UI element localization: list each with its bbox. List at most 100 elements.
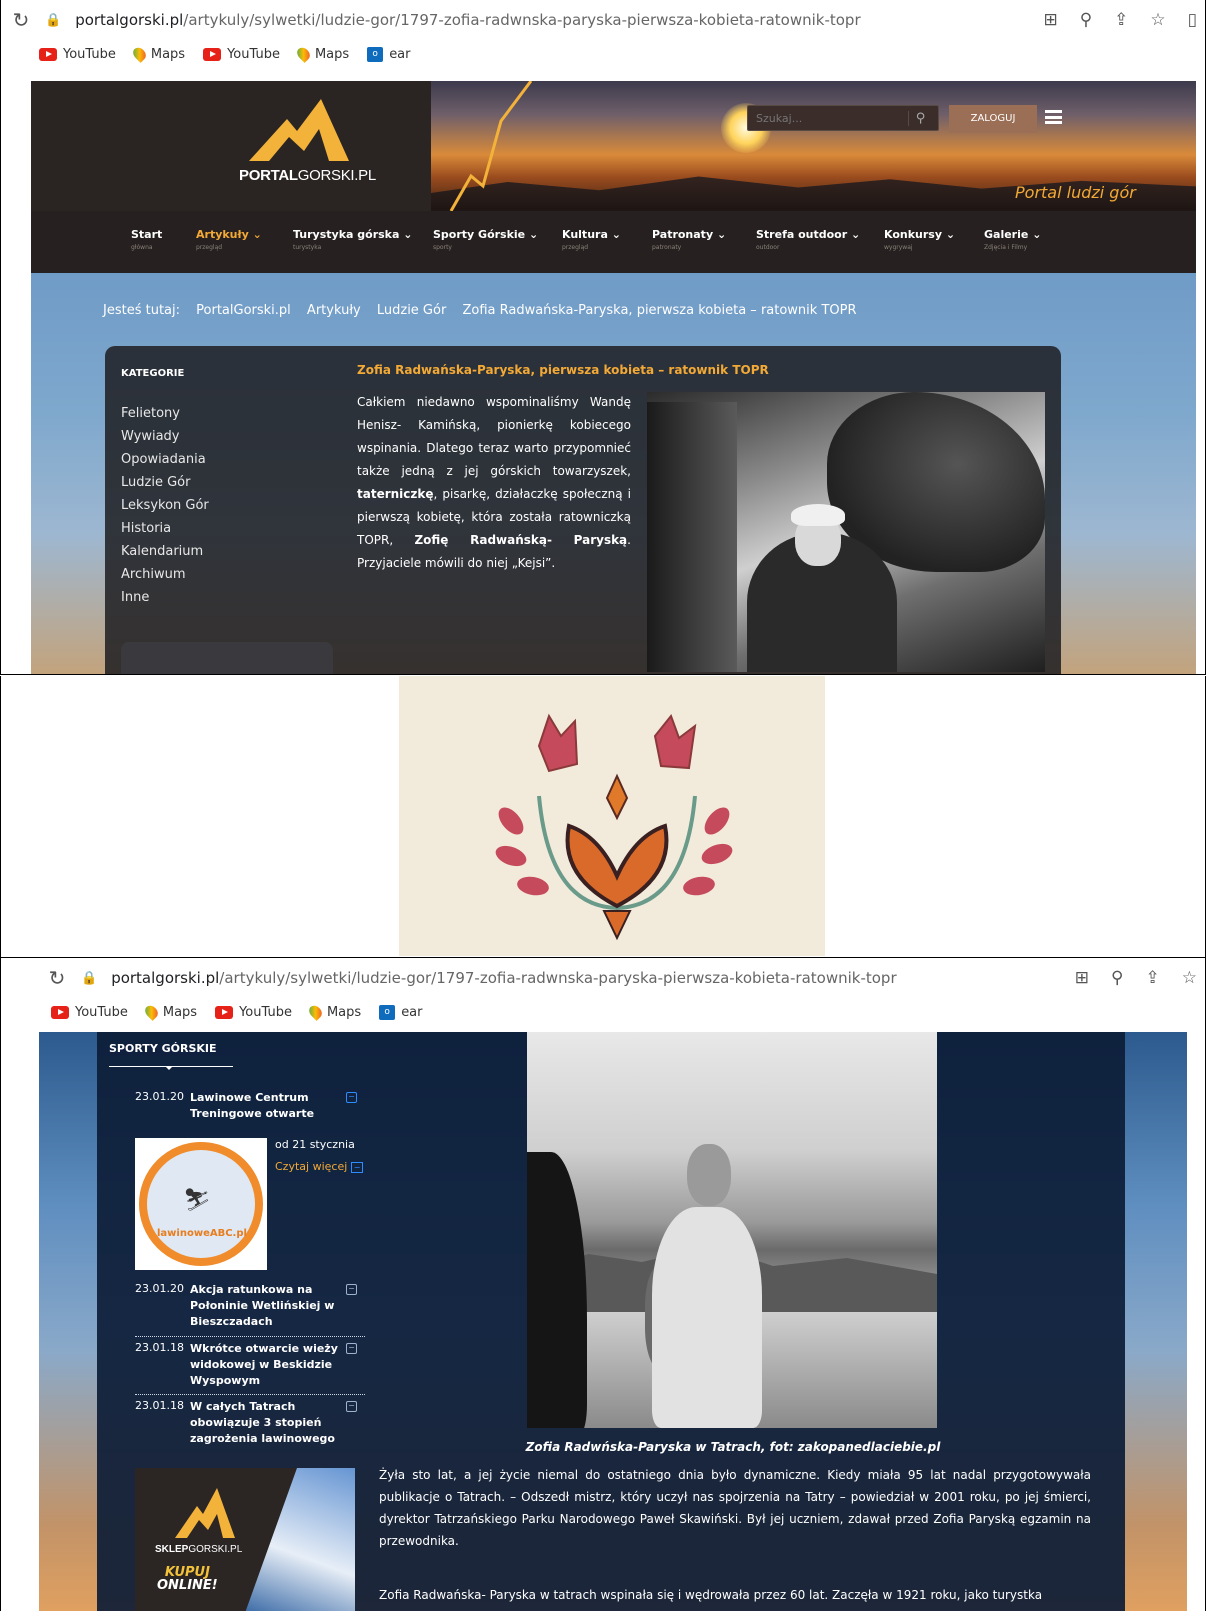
- menu-item-kultura[interactable]: Kultura ⌄ przegląd: [562, 228, 621, 251]
- youtube-icon: [215, 1005, 234, 1019]
- mountain-line-graphic: [449, 81, 533, 212]
- youtube-icon: [203, 47, 222, 61]
- lock-icon[interactable]: 🔒: [81, 971, 97, 986]
- menu-item-patronaty[interactable]: Patronaty ⌄ patronaty: [652, 228, 726, 251]
- menu-sublabel: outdoor: [756, 244, 780, 251]
- news-date: 23.01.20: [135, 1090, 184, 1103]
- mountain-logo-icon: [175, 1488, 235, 1538]
- news-title[interactable]: Akcja ratunkowa na Połoninie Wetlińskiej…: [190, 1282, 340, 1330]
- breadcrumb-lead: Jesteś tutaj:: [103, 303, 180, 318]
- bookmark-youtube-2[interactable]: YouTube: [215, 1005, 292, 1020]
- bookmark-ear[interactable]: o ear: [379, 1004, 423, 1020]
- menu-item-start[interactable]: Start główna: [131, 228, 162, 251]
- expand-icon[interactable]: −: [346, 1284, 357, 1295]
- zoom-icon[interactable]: ⚲: [1111, 968, 1123, 988]
- news-title[interactable]: Wkrótce otwarcie wieży widokowej w Beski…: [190, 1341, 340, 1389]
- article-intro: Całkiem niedawno wspominaliśmy Wandę Hen…: [357, 395, 631, 570]
- news-title[interactable]: W całych Tatrach obowiązuje 3 stopień za…: [190, 1399, 340, 1447]
- menu-label: Sporty Górskie ⌄: [433, 228, 539, 241]
- read-more-link[interactable]: Czytaj więcej −: [275, 1160, 364, 1173]
- category-link[interactable]: Leksykon Gór: [121, 498, 209, 521]
- translate-icon[interactable]: ⊞: [1043, 10, 1057, 30]
- menu-item-konkursy[interactable]: Konkursy ⌄ wygrywaj: [884, 228, 955, 251]
- bookmark-youtube-2[interactable]: YouTube: [203, 47, 280, 62]
- address-bar: ↻ 🔒 portalgorski.pl/artykuly/sylwetki/lu…: [1, 958, 1205, 998]
- bookmark-maps-2[interactable]: Maps: [294, 45, 349, 63]
- shop-banner[interactable]: SKLEPGORSKI.PL KUPUJ ONLINE!: [135, 1468, 355, 1611]
- address-bar: ↻ 🔒 portalgorski.pl/artykuly/sylwetki/lu…: [1, 0, 1205, 40]
- maps-icon: [306, 1003, 325, 1021]
- maps-icon: [130, 45, 149, 63]
- breadcrumb: Jesteś tutaj: PortalGorski.pl Artykuły L…: [103, 303, 869, 318]
- website: SPORTY GÓRSKIE 23.01.20 Lawinowe Centrum…: [39, 1032, 1187, 1611]
- website: PORTALGORSKI.PL ⚲ ZALOGUJ Portal ludzi g…: [31, 81, 1196, 674]
- menu-icon[interactable]: [1045, 110, 1062, 124]
- category-link[interactable]: Opowiadania: [121, 452, 209, 475]
- article-paragraph: Żyła sto lat, a jej życie niemal do osta…: [379, 1468, 1091, 1548]
- news-item[interactable]: 23.01.20 Lawinowe Centrum Treningowe otw…: [135, 1090, 365, 1130]
- bookmark-maps[interactable]: Maps: [130, 45, 185, 63]
- site-header: PORTALGORSKI.PL ⚲ ZALOGUJ Portal ludzi g…: [31, 81, 1196, 215]
- category-link[interactable]: Felietony: [121, 406, 209, 429]
- star-icon[interactable]: ☆: [1182, 968, 1197, 988]
- bookmark-maps[interactable]: Maps: [142, 1003, 197, 1021]
- screenshot-bottom: ↻ 🔒 portalgorski.pl/artykuly/sylwetki/lu…: [0, 957, 1206, 1611]
- thumb-label: lawinoweABC.pl: [157, 1228, 247, 1239]
- menu-item-sporty[interactable]: Sporty Górskie ⌄ sporty: [433, 228, 538, 251]
- sporty-column: 23.01.20 Lawinowe Centrum Treningowe otw…: [135, 1032, 375, 1611]
- news-item[interactable]: 23.01.18 W całych Tatrach obowiązuje 3 s…: [135, 1394, 365, 1450]
- share-icon[interactable]: ⇪: [1114, 10, 1128, 30]
- menu-item-artykuly[interactable]: Artykuły ⌄ przegląd: [196, 228, 262, 251]
- category-link[interactable]: Inne: [121, 590, 209, 613]
- bookmark-youtube[interactable]: YouTube: [51, 1005, 128, 1020]
- expand-icon[interactable]: −: [346, 1401, 357, 1412]
- photo-person: [652, 1207, 762, 1428]
- search-input[interactable]: [748, 111, 908, 125]
- photo-cliff: [527, 1152, 587, 1428]
- bookmark-ear[interactable]: o ear: [367, 46, 411, 62]
- news-item[interactable]: 23.01.20 Akcja ratunkowa na Połoninie We…: [135, 1282, 365, 1334]
- expand-icon[interactable]: −: [346, 1343, 357, 1354]
- breadcrumb-link[interactable]: Artykuły: [307, 303, 361, 318]
- mountain-logo-icon: [249, 99, 349, 161]
- sidebar-widget-box: [121, 642, 333, 674]
- bookmarks-bar: YouTube Maps YouTube Maps o ear: [1, 40, 1205, 68]
- expand-icon[interactable]: −: [346, 1092, 357, 1103]
- translate-icon[interactable]: ⊞: [1075, 968, 1089, 988]
- menu-item-galerie[interactable]: Galerie ⌄ Zdjęcia i Filmy: [984, 228, 1041, 251]
- menu-item-strefa[interactable]: Strefa outdoor ⌄ outdoor: [756, 228, 860, 251]
- url-text[interactable]: portalgorski.pl/artykuly/sylwetki/ludzie…: [75, 11, 1029, 29]
- category-link[interactable]: Archiwum: [121, 567, 209, 590]
- zoom-icon[interactable]: ⚲: [1080, 10, 1092, 30]
- category-link[interactable]: Kalendarium: [121, 544, 209, 567]
- article-title: Zofia Radwańska-Paryska, pierwsza kobiet…: [357, 363, 769, 377]
- category-link[interactable]: Wywiady: [121, 429, 209, 452]
- reload-icon[interactable]: ↻: [47, 966, 67, 990]
- news-title[interactable]: Lawinowe Centrum Treningowe otwarte: [190, 1090, 340, 1122]
- breadcrumb-link[interactable]: Ludzie Gór: [377, 303, 446, 318]
- sidepanel-icon[interactable]: ▯: [1188, 10, 1197, 30]
- lock-icon[interactable]: 🔒: [45, 13, 61, 28]
- menu-label: Patronaty ⌄: [652, 228, 727, 241]
- menu-label: Konkursy ⌄: [884, 228, 956, 241]
- star-icon[interactable]: ☆: [1150, 10, 1165, 30]
- breadcrumb-link[interactable]: PortalGorski.pl: [196, 303, 291, 318]
- category-link[interactable]: Ludzie Gór: [121, 475, 209, 498]
- news-date: 23.01.20: [135, 1282, 184, 1295]
- news-thumbnail[interactable]: ⛷ lawinoweABC.pl: [135, 1138, 267, 1270]
- site-logo[interactable]: PORTALGORSKI.PL: [239, 99, 376, 184]
- bookmark-youtube[interactable]: YouTube: [39, 47, 116, 62]
- share-icon[interactable]: ⇪: [1146, 968, 1160, 988]
- skier-icon: ⛷: [183, 1188, 211, 1213]
- category-link[interactable]: Historia: [121, 521, 209, 544]
- menu-label: Turystyka górska ⌄: [293, 228, 413, 241]
- login-button[interactable]: ZALOGUJ: [949, 105, 1037, 133]
- menu-item-turystyka[interactable]: Turystyka górska ⌄ turystyka: [293, 228, 412, 251]
- search-icon[interactable]: ⚲: [908, 110, 932, 126]
- youtube-icon: [39, 47, 57, 61]
- bookmark-maps-2[interactable]: Maps: [306, 1003, 361, 1021]
- news-item[interactable]: 23.01.18 Wkrótce otwarcie wieży widokowe…: [135, 1336, 365, 1392]
- url-text[interactable]: portalgorski.pl/artykuly/sylwetki/ludzie…: [111, 969, 1061, 987]
- outlook-icon: o: [379, 1004, 396, 1020]
- reload-icon[interactable]: ↻: [11, 8, 31, 32]
